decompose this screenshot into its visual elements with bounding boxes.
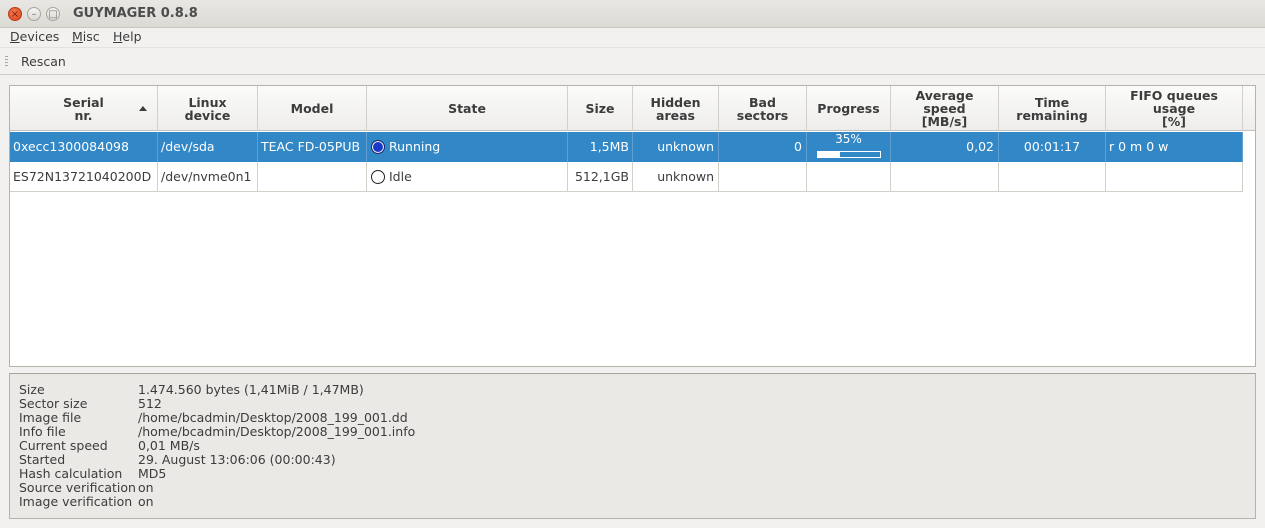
window-title: GUYMAGER 0.8.8 bbox=[73, 6, 198, 21]
menu-help-accel: H bbox=[113, 29, 123, 44]
title-bar: × – □ GUYMAGER 0.8.8 bbox=[0, 0, 1265, 28]
info-key: Sector size bbox=[19, 396, 88, 411]
maximize-icon: □ bbox=[48, 9, 58, 20]
menu-misc-accel: M bbox=[72, 29, 83, 44]
menu-devices-accel: D bbox=[10, 29, 20, 44]
cell-fifo-usage: r 0 m 0 w bbox=[1106, 132, 1243, 162]
menu-misc[interactable]: Misc bbox=[72, 29, 100, 44]
info-key: Hash calculation bbox=[19, 466, 123, 481]
minimize-icon: – bbox=[31, 9, 37, 20]
menu-bar: Devices Misc Help bbox=[0, 28, 1265, 47]
column-header-size[interactable]: Size bbox=[568, 86, 633, 131]
column-header-label: Serial nr. bbox=[63, 94, 104, 123]
menu-devices[interactable]: Devices bbox=[10, 29, 59, 44]
cell-hidden-areas: unknown bbox=[633, 132, 719, 162]
info-value: MD5 bbox=[138, 466, 167, 481]
info-key: Source verification bbox=[19, 480, 136, 495]
cell-bad-sectors bbox=[719, 162, 807, 192]
cell-time-remaining: 00:01:17 bbox=[999, 132, 1106, 162]
column-header-bad-sectors[interactable]: Bad sectors bbox=[719, 86, 807, 131]
info-value: on bbox=[138, 494, 154, 509]
menu-help[interactable]: Help bbox=[113, 29, 142, 44]
info-value: 29. August 13:06:06 (00:00:43) bbox=[138, 452, 336, 467]
info-value: 512 bbox=[138, 396, 162, 411]
cell-average-speed: 0,02 bbox=[891, 132, 999, 162]
idle-status-icon bbox=[371, 170, 385, 184]
maximize-window-button[interactable]: □ bbox=[46, 7, 60, 21]
cell-hidden-areas: unknown bbox=[633, 162, 719, 192]
column-header-linux-device[interactable]: Linux device bbox=[158, 86, 258, 131]
menu-help-label: elp bbox=[122, 29, 142, 44]
device-table: Serial nr. Linux device Model State Size… bbox=[9, 85, 1256, 367]
cell-serial: 0xecc1300084098 bbox=[10, 132, 158, 162]
device-info-panel: Size 1.474.560 bytes (1,41MiB / 1,47MB) S… bbox=[9, 373, 1256, 519]
info-value: /home/bcadmin/Desktop/2008_199_001.dd bbox=[138, 410, 408, 425]
minimize-window-button[interactable]: – bbox=[27, 7, 41, 21]
state-label: Idle bbox=[389, 169, 412, 184]
column-header-hidden-areas[interactable]: Hidden areas bbox=[633, 86, 719, 131]
column-header-fifo-usage[interactable]: FIFO queues usage [%] bbox=[1106, 86, 1243, 131]
cell-bad-sectors: 0 bbox=[719, 132, 807, 162]
progress-bar-fill bbox=[818, 152, 840, 157]
column-header-average-speed[interactable]: Average speed [MB/s] bbox=[891, 86, 999, 131]
running-status-icon bbox=[371, 140, 385, 154]
close-window-button[interactable]: × bbox=[8, 7, 22, 21]
sort-ascending-icon bbox=[139, 106, 147, 111]
cell-size: 512,1GB bbox=[568, 162, 633, 192]
info-value: 0,01 MB/s bbox=[138, 438, 200, 453]
menu-misc-label: isc bbox=[82, 29, 100, 44]
table-header: Serial nr. Linux device Model State Size… bbox=[10, 86, 1255, 131]
toolbar-grip-icon[interactable] bbox=[5, 56, 8, 68]
cell-progress: 35% bbox=[807, 132, 891, 162]
close-icon: × bbox=[10, 9, 20, 20]
table-row[interactable]: ES72N13721040200D /dev/nvme0n1 Idle 512,… bbox=[10, 162, 1243, 192]
info-key: Started bbox=[19, 452, 66, 467]
column-header-state[interactable]: State bbox=[367, 86, 568, 131]
cell-size: 1,5MB bbox=[568, 132, 633, 162]
column-header-serial[interactable]: Serial nr. bbox=[10, 86, 158, 131]
info-key: Image file bbox=[19, 410, 82, 425]
cell-progress bbox=[807, 162, 891, 192]
info-value: on bbox=[138, 480, 154, 495]
info-value: 1.474.560 bytes (1,41MiB / 1,47MB) bbox=[138, 382, 364, 397]
cell-linux-device: /dev/sda bbox=[158, 132, 258, 162]
column-header-progress[interactable]: Progress bbox=[807, 86, 891, 131]
cell-time-remaining bbox=[999, 162, 1106, 192]
cell-model: TEAC FD-05PUB bbox=[258, 132, 367, 162]
cell-state: Running bbox=[367, 132, 568, 162]
column-header-time-remaining[interactable]: Time remaining bbox=[999, 86, 1106, 131]
info-value: /home/bcadmin/Desktop/2008_199_001.info bbox=[138, 424, 416, 439]
progress-bar bbox=[817, 151, 881, 158]
info-key: Info file bbox=[19, 424, 66, 439]
cell-linux-device: /dev/nvme0n1 bbox=[158, 162, 258, 192]
table-row[interactable]: 0xecc1300084098 /dev/sda TEAC FD-05PUB R… bbox=[10, 132, 1243, 162]
menu-devices-label: evices bbox=[19, 29, 60, 44]
cell-state: Idle bbox=[367, 162, 568, 192]
cell-serial: ES72N13721040200D bbox=[10, 162, 158, 192]
info-key: Image verification bbox=[19, 494, 133, 509]
info-key: Size bbox=[19, 382, 45, 397]
cell-fifo-usage bbox=[1106, 162, 1243, 192]
info-key: Current speed bbox=[19, 438, 108, 453]
cell-average-speed bbox=[891, 162, 999, 192]
column-header-model[interactable]: Model bbox=[258, 86, 367, 131]
toolbar: Rescan bbox=[0, 47, 1265, 75]
rescan-button[interactable]: Rescan bbox=[14, 52, 73, 71]
cell-model bbox=[258, 162, 367, 192]
state-label: Running bbox=[389, 139, 441, 154]
